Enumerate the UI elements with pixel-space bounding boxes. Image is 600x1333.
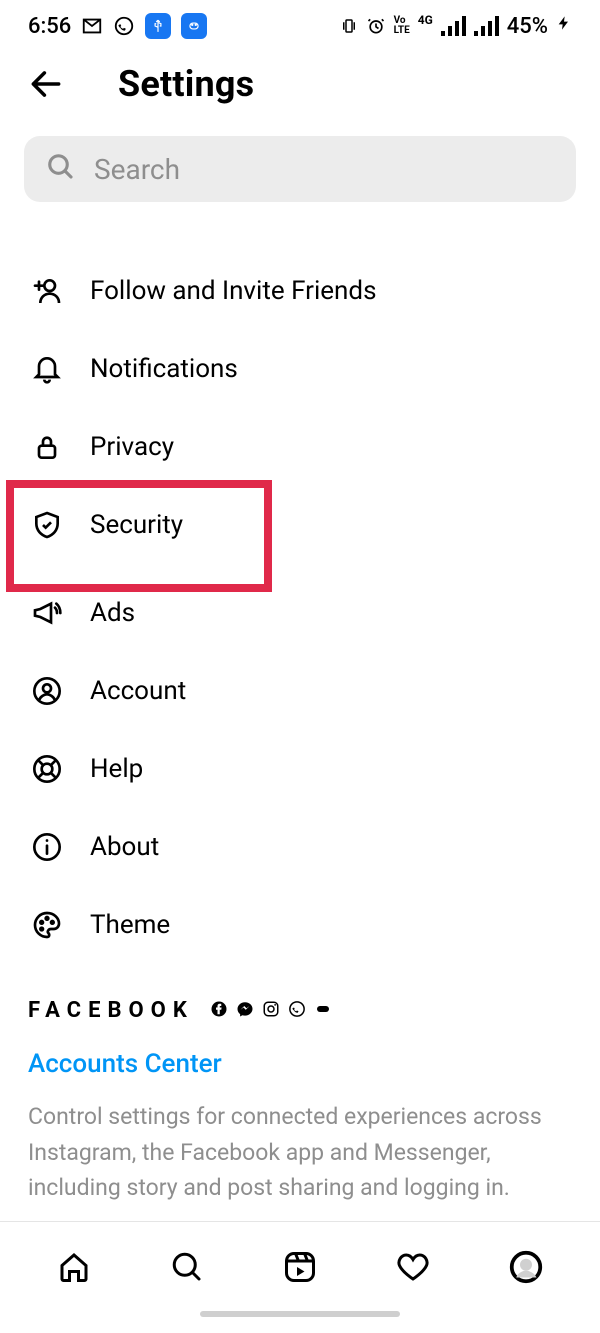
info-icon <box>30 830 64 864</box>
nav-profile[interactable] <box>496 1237 556 1297</box>
menu-item-label: Help <box>90 754 143 784</box>
menu-item-label: Notifications <box>90 354 238 384</box>
menu-item-account[interactable]: Account <box>0 652 600 730</box>
whatsapp-brand-icon <box>288 1000 306 1022</box>
search-placeholder: Search <box>94 153 180 186</box>
whatsapp-icon <box>113 15 135 37</box>
nav-reels[interactable] <box>270 1237 330 1297</box>
menu-item-ads[interactable]: Ads <box>0 574 600 652</box>
alarm-icon <box>366 16 386 36</box>
battery-percent: 45% <box>507 14 548 39</box>
usb-icon <box>145 13 171 39</box>
back-button[interactable] <box>24 62 68 106</box>
facebook-icon <box>210 1000 228 1022</box>
menu-item-notifications[interactable]: Notifications <box>0 330 600 408</box>
menu-item-help[interactable]: Help <box>0 730 600 808</box>
oculus-icon <box>314 1000 332 1022</box>
charging-icon <box>556 12 572 40</box>
nav-activity[interactable] <box>383 1237 443 1297</box>
menu-item-label: About <box>90 832 159 862</box>
status-time: 6:56 <box>28 14 71 39</box>
home-icon <box>56 1249 92 1285</box>
app-header: Settings <box>0 52 600 136</box>
search-input[interactable]: Search <box>24 136 576 202</box>
menu-item-label: Follow and Invite Friends <box>90 276 377 306</box>
arrow-left-icon <box>27 65 65 103</box>
signal-bars-icon-1 <box>441 16 466 36</box>
nav-home[interactable] <box>44 1237 104 1297</box>
app-icon <box>181 13 207 39</box>
search-icon <box>46 152 76 186</box>
search-icon <box>169 1249 205 1285</box>
menu-item-label: Security <box>90 510 183 540</box>
messenger-icon <box>236 1000 254 1022</box>
bell-icon <box>30 352 64 386</box>
menu-item-label: Account <box>90 676 186 706</box>
user-circle-icon <box>30 674 64 708</box>
instagram-icon <box>262 1000 280 1022</box>
menu-item-label: Privacy <box>90 432 174 462</box>
megaphone-icon <box>30 596 64 630</box>
lifebuoy-icon <box>30 752 64 786</box>
page-title: Settings <box>118 63 254 105</box>
menu-item-about[interactable]: About <box>0 808 600 886</box>
bottom-nav <box>0 1221 600 1311</box>
signal-bars-icon-2 <box>474 16 499 36</box>
palette-icon <box>30 908 64 942</box>
menu-item-follow-invite[interactable]: Follow and Invite Friends <box>0 252 600 330</box>
heart-icon <box>395 1249 431 1285</box>
facebook-section: FACEBOOK Accounts Center Control setting… <box>0 964 600 1221</box>
vibrate-icon <box>340 17 358 35</box>
profile-icon <box>508 1249 544 1285</box>
volte-icon: VoLTE <box>394 16 410 36</box>
settings-menu: Follow and Invite Friends Notifications … <box>0 220 600 1221</box>
network-4g-icon: 4G <box>418 13 433 27</box>
accounts-center-link[interactable]: Accounts Center <box>28 1049 572 1079</box>
shield-check-icon <box>30 508 64 542</box>
nav-search[interactable] <box>157 1237 217 1297</box>
menu-item-label: Ads <box>90 598 135 628</box>
facebook-label: FACEBOOK <box>28 998 194 1023</box>
reels-icon <box>282 1249 318 1285</box>
menu-item-security[interactable]: Security <box>0 486 600 564</box>
gesture-bar <box>0 1311 600 1333</box>
status-bar: 6:56 VoLTE 4G 45% <box>0 0 600 52</box>
menu-item-privacy[interactable]: Privacy <box>0 408 600 486</box>
menu-item-theme[interactable]: Theme <box>0 886 600 964</box>
gmail-icon <box>81 15 103 37</box>
person-plus-icon <box>30 274 64 308</box>
menu-item-label: Theme <box>90 910 170 940</box>
facebook-description: Control settings for connected experienc… <box>28 1099 572 1206</box>
lock-icon <box>30 430 64 464</box>
